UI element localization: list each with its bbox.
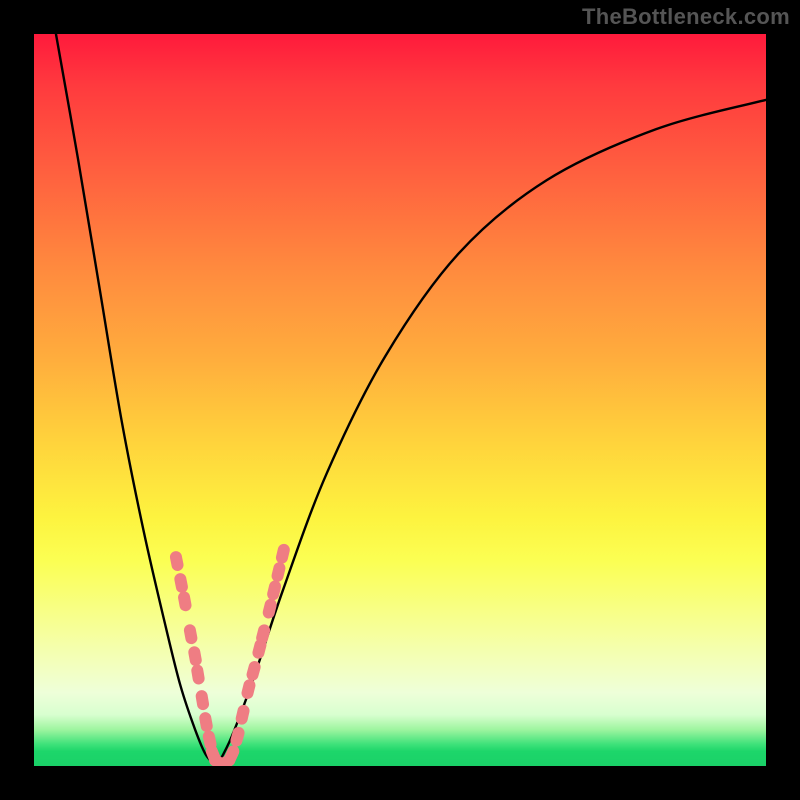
chart-svg bbox=[34, 34, 766, 766]
marker-pill bbox=[270, 561, 286, 583]
series-right-curve bbox=[217, 100, 766, 766]
marker-pill bbox=[190, 664, 205, 686]
marker-pill bbox=[275, 543, 291, 565]
marker-pill bbox=[177, 590, 192, 612]
watermark-text: TheBottleneck.com bbox=[582, 4, 790, 30]
marker-pill bbox=[169, 550, 185, 572]
marker-pill bbox=[183, 623, 198, 645]
marker-pill bbox=[229, 725, 246, 747]
curve-layer bbox=[56, 34, 766, 766]
marker-pill bbox=[195, 689, 210, 711]
marker-pill bbox=[173, 572, 189, 594]
marker-pill bbox=[187, 645, 202, 667]
marker-layer bbox=[169, 543, 291, 766]
marker-pill bbox=[261, 597, 277, 619]
marker-pill bbox=[198, 711, 213, 733]
plot-area bbox=[34, 34, 766, 766]
chart-frame: TheBottleneck.com bbox=[0, 0, 800, 800]
marker-pill bbox=[240, 678, 256, 700]
